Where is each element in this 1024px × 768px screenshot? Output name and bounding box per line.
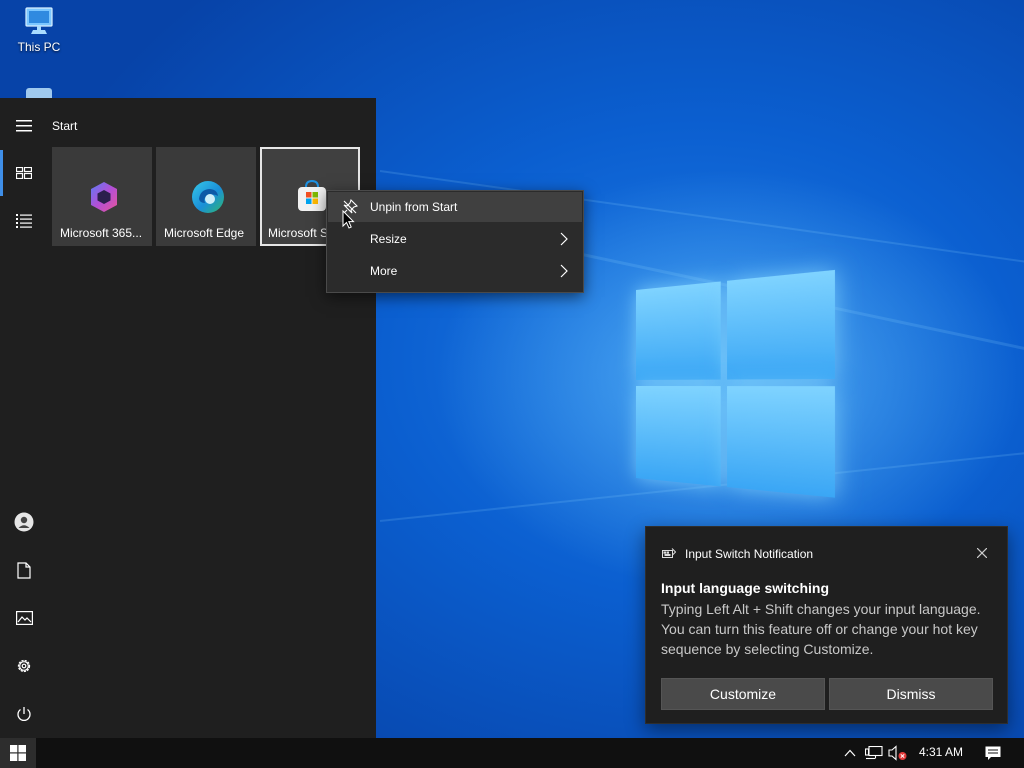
settings-gear-icon bbox=[17, 659, 31, 673]
action-center-icon bbox=[985, 746, 1001, 760]
show-hidden-icons-button[interactable] bbox=[840, 738, 860, 768]
tile-label: Microsoft 365... bbox=[60, 226, 143, 240]
menu-item-unpin-from-start[interactable]: Unpin from Start bbox=[328, 192, 582, 222]
all-apps-list-icon bbox=[16, 214, 32, 228]
desktop-icon-label: This PC bbox=[17, 40, 61, 54]
user-account-icon bbox=[14, 512, 34, 532]
close-notification-button[interactable] bbox=[976, 545, 988, 563]
pinned-tiles-button[interactable] bbox=[0, 151, 48, 195]
desktop-icon-this-pc[interactable]: This PC bbox=[12, 6, 66, 54]
notification-toast: Input Switch Notification Input language… bbox=[645, 526, 1008, 724]
documents-button[interactable] bbox=[0, 548, 48, 592]
customize-button[interactable]: Customize bbox=[661, 678, 825, 710]
tile-context-menu: Unpin from Start Resize More bbox=[326, 190, 584, 293]
tile-label: Microsoft Edge bbox=[164, 226, 245, 240]
pictures-button[interactable] bbox=[0, 596, 48, 640]
tile-microsoft-365[interactable]: Microsoft 365... bbox=[52, 147, 152, 246]
notification-body: Typing Left Alt + Shift changes your inp… bbox=[661, 601, 981, 657]
expand-menu-button[interactable] bbox=[0, 104, 48, 148]
edge-icon bbox=[190, 179, 226, 215]
all-apps-button[interactable] bbox=[0, 199, 48, 243]
menu-item-resize[interactable]: Resize bbox=[328, 224, 582, 254]
taskbar-clock[interactable]: 4:31 AM bbox=[912, 745, 970, 759]
documents-icon bbox=[17, 561, 31, 579]
start-button[interactable] bbox=[0, 738, 36, 768]
power-button[interactable] bbox=[0, 692, 48, 736]
menu-item-label: Resize bbox=[370, 232, 407, 246]
tiles-icon bbox=[16, 167, 32, 179]
volume-button[interactable] bbox=[886, 738, 910, 768]
chevron-right-icon bbox=[560, 232, 568, 246]
tile-microsoft-edge[interactable]: Microsoft Edge bbox=[156, 147, 256, 246]
power-icon bbox=[17, 707, 31, 721]
menu-item-more[interactable]: More bbox=[328, 256, 582, 286]
action-center-button[interactable] bbox=[978, 738, 1008, 768]
keyboard-language-icon bbox=[662, 547, 677, 565]
recycle-bin-icon[interactable] bbox=[26, 88, 52, 98]
taskbar: 4:31 AM bbox=[0, 738, 1024, 768]
start-title: Start bbox=[52, 119, 78, 133]
settings-button[interactable] bbox=[0, 644, 48, 688]
this-pc-icon bbox=[23, 6, 55, 36]
network-button[interactable] bbox=[862, 738, 886, 768]
notification-heading: Input language switching bbox=[661, 580, 829, 596]
microsoft-store-icon bbox=[294, 179, 330, 215]
menu-item-label: Unpin from Start bbox=[370, 200, 458, 214]
volume-muted-icon bbox=[888, 745, 907, 761]
user-account-button[interactable] bbox=[0, 500, 48, 544]
chevron-right-icon bbox=[560, 264, 568, 278]
show-hidden-icons-chevron-icon bbox=[844, 749, 856, 757]
notification-app-name: Input Switch Notification bbox=[685, 547, 814, 561]
windows-logo-icon bbox=[10, 745, 26, 761]
hamburger-menu-icon bbox=[16, 120, 32, 132]
dismiss-button[interactable]: Dismiss bbox=[829, 678, 993, 710]
mouse-cursor-icon bbox=[342, 210, 355, 229]
start-rail bbox=[0, 98, 48, 738]
pictures-icon bbox=[15, 611, 33, 625]
start-menu: Start Microsoft 365... Microsoft Edge Mi… bbox=[0, 98, 376, 738]
network-icon bbox=[865, 746, 883, 760]
close-icon bbox=[976, 547, 988, 559]
microsoft-365-icon bbox=[86, 179, 122, 215]
menu-item-label: More bbox=[370, 264, 398, 278]
windows-logo-wallpaper bbox=[636, 269, 835, 500]
